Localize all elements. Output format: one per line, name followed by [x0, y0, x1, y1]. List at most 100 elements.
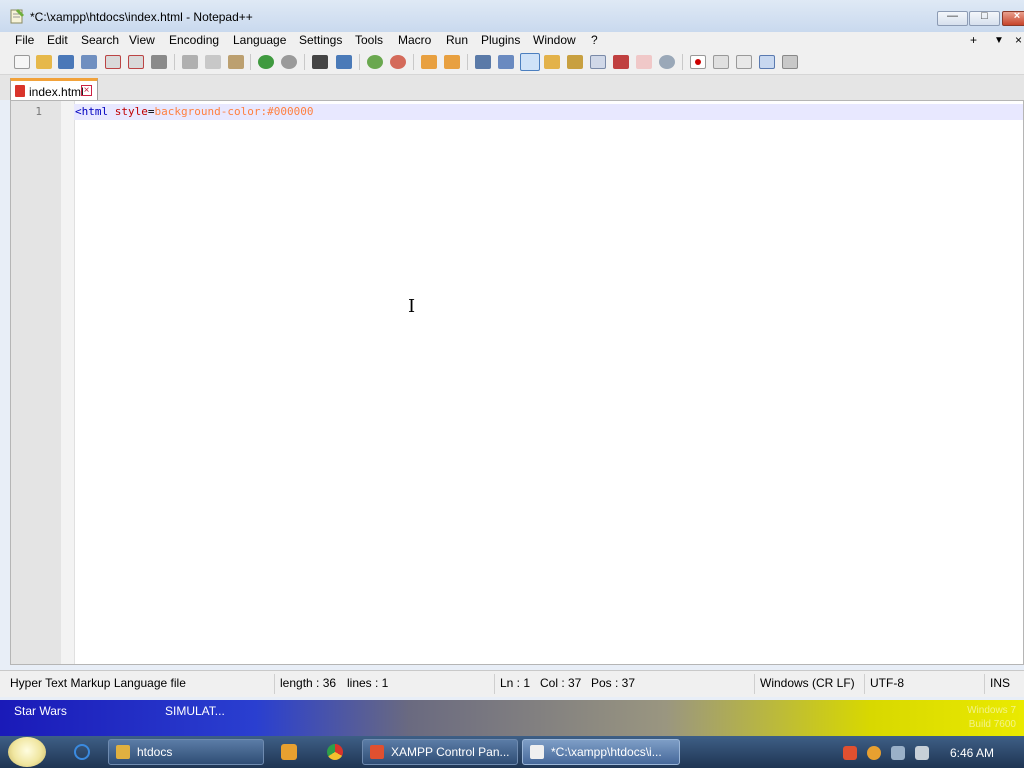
status-encoding[interactable]: UTF-8: [870, 676, 904, 690]
task-label: htdocs: [137, 745, 173, 759]
task-label: XAMPP Control Pan...: [391, 745, 510, 759]
tab-index-html[interactable]: index.html ×: [10, 78, 98, 100]
maximize-button[interactable]: □: [969, 10, 1000, 26]
status-column: Col : 37: [540, 676, 582, 690]
replace-icon[interactable]: [336, 55, 352, 69]
media-player-icon[interactable]: [281, 744, 297, 760]
notepadpp-app-icon: [10, 9, 24, 24]
close-icon: ×: [1013, 10, 1021, 22]
copy-icon[interactable]: [205, 55, 221, 69]
html-tag-token: <html: [75, 105, 109, 118]
sync-horizontal-icon[interactable]: [444, 55, 460, 69]
toolbar-separator: [682, 54, 683, 70]
record-macro-icon[interactable]: [690, 55, 706, 69]
print-icon[interactable]: [151, 55, 167, 69]
folder-as-workspace-icon[interactable]: [613, 55, 629, 69]
close-file-icon[interactable]: [105, 55, 121, 69]
close-document-icon[interactable]: ×: [1015, 33, 1022, 47]
code-line[interactable]: <html style=background-color:#000000: [75, 105, 313, 118]
tray-volume-icon[interactable]: [915, 746, 929, 760]
tray-network-icon[interactable]: [891, 746, 905, 760]
task-xampp[interactable]: XAMPP Control Pan...: [362, 739, 518, 765]
status-eol[interactable]: Windows (CR LF): [760, 676, 855, 690]
new-file-icon[interactable]: [14, 55, 30, 69]
zoom-in-icon[interactable]: [367, 55, 383, 69]
chrome-icon[interactable]: [327, 744, 343, 760]
minimize-button[interactable]: —: [937, 10, 968, 26]
add-tab-icon[interactable]: +: [970, 33, 977, 47]
desktop-background: Star Wars SIMULAT... Windows 7 Build 760…: [0, 700, 1024, 736]
file-modified-icon: [15, 85, 25, 97]
save-macro-icon[interactable]: [782, 55, 798, 69]
tray-search-icon[interactable]: [867, 746, 881, 760]
close-tab-icon[interactable]: ×: [81, 85, 92, 96]
zoom-out-icon[interactable]: [390, 55, 406, 69]
undo-icon[interactable]: [258, 55, 274, 69]
indent-guide-icon[interactable]: [520, 53, 540, 71]
status-position: Pos : 37: [591, 676, 636, 690]
desktop-shortcut-simulat[interactable]: SIMULAT...: [165, 704, 225, 718]
tab-bar: index.html ×: [0, 75, 1024, 100]
status-insert-mode[interactable]: INS: [990, 676, 1010, 690]
line-number: 1: [35, 105, 42, 118]
menu-encoding[interactable]: Encoding: [169, 33, 219, 47]
eye-icon[interactable]: [659, 55, 675, 69]
document-map-icon[interactable]: [567, 55, 583, 69]
notepadpp-window: *C:\xampp\htdocs\index.html - Notepad++ …: [0, 0, 1024, 700]
toolbar-separator: [413, 54, 414, 70]
menu-settings[interactable]: Settings: [299, 33, 342, 47]
xampp-icon: [370, 745, 384, 759]
open-file-icon[interactable]: [36, 55, 52, 69]
user-defined-language-icon[interactable]: [544, 55, 560, 69]
menu-file[interactable]: File: [15, 33, 34, 47]
tab-label: index.html: [29, 85, 84, 99]
status-separator: [984, 674, 985, 694]
watermark-line: Windows 7: [967, 705, 1016, 716]
menu-bar: File Edit Search View Encoding Language …: [0, 32, 1024, 50]
window-title: *C:\xampp\htdocs\index.html - Notepad++: [30, 10, 253, 24]
sync-vertical-icon[interactable]: [421, 55, 437, 69]
tray-xampp-icon[interactable]: [843, 746, 857, 760]
menu-view[interactable]: View: [129, 33, 155, 47]
equals-token: =: [147, 105, 155, 118]
menu-help[interactable]: ?: [591, 33, 598, 47]
menu-macro[interactable]: Macro: [398, 33, 431, 47]
save-all-icon[interactable]: [81, 55, 97, 69]
find-icon[interactable]: [312, 55, 328, 69]
task-htdocs[interactable]: htdocs: [108, 739, 264, 765]
menu-run[interactable]: Run: [446, 33, 468, 47]
title-bar[interactable]: *C:\xampp\htdocs\index.html - Notepad++ …: [0, 0, 1024, 32]
task-notepadpp[interactable]: *C:\xampp\htdocs\i...: [522, 739, 680, 765]
function-list-icon[interactable]: [590, 55, 606, 69]
taskbar-clock[interactable]: 6:46 AM: [950, 746, 994, 760]
internet-explorer-icon[interactable]: [74, 744, 90, 760]
toolbar-separator: [304, 54, 305, 70]
menu-plugins[interactable]: Plugins: [481, 33, 520, 47]
menu-window[interactable]: Window: [533, 33, 576, 47]
redo-icon[interactable]: [281, 55, 297, 69]
close-all-icon[interactable]: [128, 55, 144, 69]
playback-macro-icon[interactable]: [736, 55, 752, 69]
run-macro-multiple-icon[interactable]: [759, 55, 775, 69]
record-dot-icon: [695, 59, 701, 65]
menu-language[interactable]: Language: [233, 33, 286, 47]
start-button-icon[interactable]: [8, 737, 46, 767]
stop-recording-icon[interactable]: [713, 55, 729, 69]
menu-search[interactable]: Search: [81, 33, 119, 47]
desktop-shortcut-star-wars[interactable]: Star Wars: [14, 704, 67, 718]
toolbar-separator: [467, 54, 468, 70]
tab-list-dropdown-icon[interactable]: ▼: [994, 35, 1004, 46]
word-wrap-icon[interactable]: [475, 55, 491, 69]
toolbar-separator: [174, 54, 175, 70]
save-icon[interactable]: [58, 55, 74, 69]
menu-tools[interactable]: Tools: [355, 33, 383, 47]
status-lines: lines : 1: [347, 676, 389, 690]
monitoring-icon[interactable]: [636, 55, 652, 69]
paste-icon[interactable]: [228, 55, 244, 69]
editor-area[interactable]: 1 <html style=background-color:#000000 I: [10, 100, 1024, 665]
menu-edit[interactable]: Edit: [47, 33, 68, 47]
cut-icon[interactable]: [182, 55, 198, 69]
fold-margin: [61, 101, 75, 664]
close-window-button[interactable]: ×: [1002, 10, 1024, 26]
show-all-characters-icon[interactable]: [498, 55, 514, 69]
